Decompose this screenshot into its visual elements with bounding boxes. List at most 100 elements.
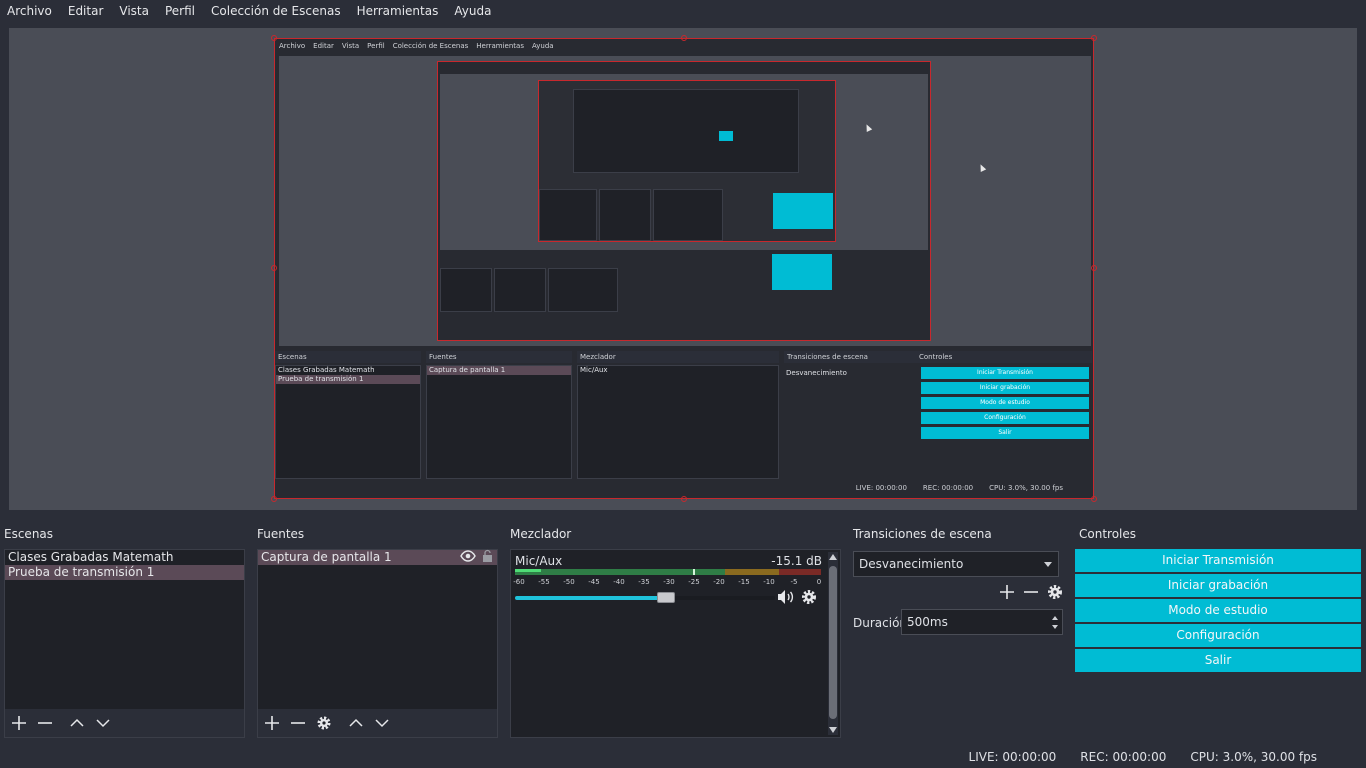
settings-button[interactable]: Configuración [1075,624,1361,647]
resize-handle-b[interactable] [681,496,687,502]
eye-icon[interactable] [460,549,476,566]
resize-handle-tl[interactable] [271,35,277,41]
volume-slider[interactable] [515,592,775,603]
gear-icon[interactable] [1047,584,1063,600]
meter-tick-label: -5 [790,578,798,586]
mirror-dock-title: Mezclador [577,351,779,363]
scroll-down-icon[interactable] [829,727,837,733]
duration-label: Duración [853,616,908,630]
sources-list[interactable]: Captura de pantalla 1 [257,549,498,738]
mixer-panel: Mic/Aux -15.1 dB -60 -55 -50 -45 -40 -35 -30 -2… [510,549,841,738]
plus-icon[interactable] [264,715,280,731]
mirror-list-item: Captura de pantalla 1 [427,366,571,375]
tiny-cyan-block [719,131,733,141]
gear-icon[interactable] [801,589,817,608]
spin-up-icon[interactable] [1052,616,1058,620]
chevron-down-icon[interactable] [374,715,390,731]
transition-select[interactable]: Desvanecimiento [853,551,1059,577]
mirror-control-button: Iniciar grabación [921,382,1089,394]
menu-herramientas[interactable]: Herramientas [349,0,447,22]
mirror-mixer-channel: Mic/Aux [580,366,608,374]
mirror-menu-item: Ayuda [531,42,554,50]
chevron-down-icon[interactable] [95,715,111,731]
resize-handle-l[interactable] [271,265,277,271]
mirror-dock-title: Escenas [275,351,421,363]
mirror-control-button: Salir [921,427,1089,439]
menu-perfil[interactable]: Perfil [157,0,203,22]
transition-select-value: Desvanecimiento [859,557,964,571]
start-recording-button[interactable]: Iniciar grabación [1075,574,1361,597]
mirror-control-button: Modo de estudio [921,397,1089,409]
cpu-stats: CPU: 3.0%, 30.00 fps [1190,749,1317,764]
start-streaming-button[interactable]: Iniciar Transmisión [1075,549,1361,572]
transitions-dock: Transiciones de escena Desvanecimiento D… [849,522,1067,740]
meter-tick-label: -10 [763,578,775,586]
resize-handle-bl[interactable] [271,496,277,502]
tiny-dock [653,189,723,241]
cursor-icon [977,163,987,172]
mirror-nested-capture [437,61,931,341]
volume-slider-handle[interactable] [656,592,675,603]
sources-dock: Fuentes Captura de pantalla 1 [253,522,502,740]
scenes-list[interactable]: Clases Grabadas Matemath Prueba de trans… [4,549,245,738]
tiny-preview [440,74,928,250]
resize-handle-t[interactable] [681,35,687,41]
gear-icon[interactable] [316,715,332,731]
resize-handle-br[interactable] [1091,496,1097,502]
rec-timer: REC: 00:00:00 [1080,749,1167,764]
mini-dock [548,268,618,312]
meter-tick-label: -55 [538,578,550,586]
plus-icon[interactable] [11,715,27,731]
chevron-up-icon[interactable] [69,715,85,731]
mixer-scrollbar-thumb[interactable] [829,566,837,719]
menu-vista[interactable]: Vista [111,0,157,22]
meter-peak [693,569,695,575]
exit-button[interactable]: Salir [1075,649,1361,672]
sources-dock-title: Fuentes [253,522,502,546]
plus-icon[interactable] [999,584,1015,600]
screen-capture-source[interactable]: Archivo Editar Vista Perfil Colección de… [274,38,1094,499]
tiny-nested-frame [573,89,799,173]
mirror-transition-select: Desvanecimiento [786,369,847,377]
meter-tick-label: -50 [563,578,575,586]
controls-dock: Controles Iniciar Transmisión Iniciar gr… [1069,522,1366,740]
menu-editar[interactable]: Editar [60,0,112,22]
menu-coleccion-escenas[interactable]: Colección de Escenas [203,0,349,22]
menu-ayuda[interactable]: Ayuda [446,0,499,22]
resize-handle-r[interactable] [1091,265,1097,271]
mirror-status-bar: LIVE: 00:00:00 REC: 00:00:00 CPU: 3.0%, … [856,484,1063,492]
scroll-up-icon[interactable] [829,554,837,560]
minus-icon[interactable] [290,715,306,731]
source-item[interactable]: Captura de pantalla 1 [258,549,497,566]
volume-meter [515,569,821,575]
spin-down-icon[interactable] [1052,625,1058,629]
duration-value: 500ms [907,615,948,629]
meter-red-zone [779,569,821,575]
studio-mode-button[interactable]: Modo de estudio [1075,599,1361,622]
mirror-docks: Escenas Clases Grabadas Matemath Prueba … [275,351,1093,481]
meter-yellow-zone [725,569,779,575]
speaker-icon[interactable] [777,589,795,608]
sources-toolbar [258,709,497,737]
menu-archivo[interactable]: Archivo [0,0,60,22]
mixer-channel-level: -15.1 dB [771,554,822,568]
lock-icon[interactable] [482,549,493,566]
mirror-dock-mixer: Mezclador Mic/Aux [577,351,779,479]
mirror-dock-controls: Controles Iniciar Transmisión Iniciar gr… [916,351,1092,479]
duration-input[interactable]: 500ms [901,609,1063,635]
mixer-scrollbar[interactable] [828,552,838,735]
mirror-menu-item: Perfil [367,42,385,50]
chevron-up-icon[interactable] [348,715,364,731]
minus-icon[interactable] [1023,584,1039,600]
scene-item[interactable]: Prueba de transmisión 1 [5,565,244,580]
tiny-inner-capture [538,80,836,242]
tiny-dock [599,189,651,241]
mirror-menu-item: Editar [313,42,334,50]
mini-dock [494,268,546,312]
mirror-menu-bar: Archivo Editar Vista Perfil Colección de… [275,39,1093,53]
minus-icon[interactable] [37,715,53,731]
scene-item[interactable]: Clases Grabadas Matemath [5,550,244,565]
preview-area[interactable]: Archivo Editar Vista Perfil Colección de… [9,28,1357,510]
mirror-sources-list: Captura de pantalla 1 [426,365,572,479]
resize-handle-tr[interactable] [1091,35,1097,41]
